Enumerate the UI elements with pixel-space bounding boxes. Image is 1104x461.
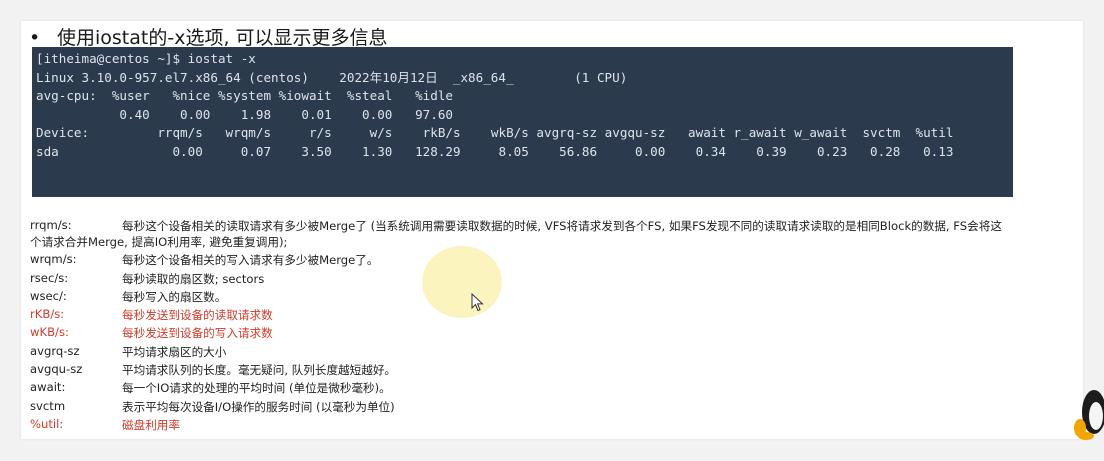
definition-desc: 每秒读取的扇区数; sectors — [122, 271, 265, 286]
definition-term: wKB/s: — [30, 325, 69, 340]
terminal-line: 0.40 0.00 1.98 0.01 0.00 97.60 — [36, 106, 454, 122]
definition-term: avgqu-sz — [30, 362, 83, 377]
definition-desc: 表示平均每次设备I/O操作的服务时间 (以毫秒为单位) — [122, 399, 395, 414]
definition-term: rKB/s: — [30, 307, 65, 322]
terminal-line: avg-cpu: %user %nice %system %iowait %st… — [36, 88, 454, 103]
definition-desc: 每秒这个设备相关的写入请求有多少被Merge了。 — [122, 253, 379, 268]
penguin-mascot-icon — [1074, 390, 1104, 440]
definition-desc: 磁盘利用率 — [122, 417, 180, 432]
definition-term: wsec/: — [30, 288, 67, 303]
definition-desc: 每一个IO请求的处理的平均时间 (单位是微秒毫秒)。 — [122, 381, 391, 396]
definition-term: svctm — [30, 398, 66, 413]
definition-desc: 平均请求扇区的大小 — [122, 344, 227, 359]
bullet-icon: • — [29, 27, 41, 49]
definition-term: %util: — [30, 416, 64, 431]
heading: • 使用iostat的-x选项, 可以显示更多信息 — [29, 23, 388, 50]
cursor-highlight — [422, 246, 502, 318]
definition-desc: 每秒写入的扇区数。 — [122, 289, 227, 304]
slide-page: • 使用iostat的-x选项, 可以显示更多信息 [itheima@centos… — [21, 21, 1083, 439]
terminal-line: Linux 3.10.0-957.el7.x86_64 (centos) 202… — [36, 69, 628, 85]
definition-desc: 每秒发送到设备的读取请求数 — [122, 308, 273, 323]
definition-term: rrqm/s: — [30, 218, 72, 232]
definition-term: await: — [30, 380, 66, 395]
terminal-line: [itheima@centos ~]$ iostat -x — [36, 51, 256, 66]
definition-desc: 每秒发送到设备的写入请求数 — [122, 326, 273, 341]
definition-desc: 平均请求队列的长度。毫无疑问, 队列长度越短越好。 — [122, 363, 397, 378]
mouse-cursor-icon — [471, 293, 484, 312]
definition-term: wrqm/s: — [30, 252, 77, 267]
definition-desc-continued: 个请求合并Merge, 提高IO利用率, 避免重复调用); — [30, 235, 288, 249]
terminal-line: sda 0.00 0.07 3.50 1.30 128.29 8.05 56.8… — [36, 143, 954, 159]
terminal-line: Device: rrqm/s wrqm/s r/s w/s rkB/s wkB/… — [36, 125, 954, 140]
heading-text: 使用iostat的-x选项, 可以显示更多信息 — [57, 27, 388, 49]
definition-term: avgrq-sz — [30, 343, 80, 358]
definition-term: rsec/s: — [30, 270, 69, 285]
terminal-screenshot: [itheima@centos ~]$ iostat -x Linux 3.10… — [32, 47, 1013, 197]
definition-desc: 每秒这个设备相关的读取请求有多少被Merge了 (当系统调用需要读取数据的时候,… — [122, 219, 1002, 233]
